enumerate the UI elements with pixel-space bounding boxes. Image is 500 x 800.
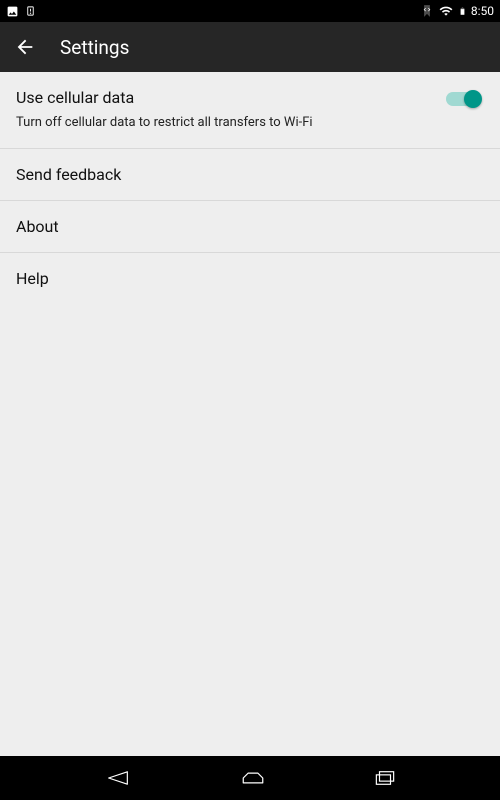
app-bar: Settings [0,22,500,72]
nav-recents-button[interactable] [374,768,396,788]
cellular-toggle[interactable] [446,92,480,106]
setting-help[interactable]: Help [0,253,500,304]
settings-list: Use cellular data Turn off cellular data… [0,72,500,304]
setting-title: Use cellular data [16,88,446,109]
vibrate-icon [420,4,434,18]
setting-text: Use cellular data Turn off cellular data… [16,88,446,132]
setting-label: About [16,217,59,236]
status-right: 8:50 [420,4,494,18]
image-icon [6,5,19,18]
status-left [6,4,36,18]
nav-back-button[interactable] [104,768,132,788]
setting-send-feedback[interactable]: Send feedback [0,149,500,201]
navigation-bar [0,756,500,800]
sim-alert-icon [25,4,36,18]
setting-label: Help [16,269,49,288]
setting-cellular-data[interactable]: Use cellular data Turn off cellular data… [0,72,500,149]
page-title: Settings [60,36,129,59]
back-icon[interactable] [14,36,36,58]
wifi-icon [438,4,454,18]
battery-icon [458,4,467,18]
toggle-thumb [464,90,482,108]
nav-home-button[interactable] [240,768,266,788]
status-bar: 8:50 [0,0,500,22]
setting-subtitle: Turn off cellular data to restrict all t… [16,115,446,132]
status-time: 8:50 [471,4,494,18]
setting-label: Send feedback [16,165,121,184]
setting-about[interactable]: About [0,201,500,253]
